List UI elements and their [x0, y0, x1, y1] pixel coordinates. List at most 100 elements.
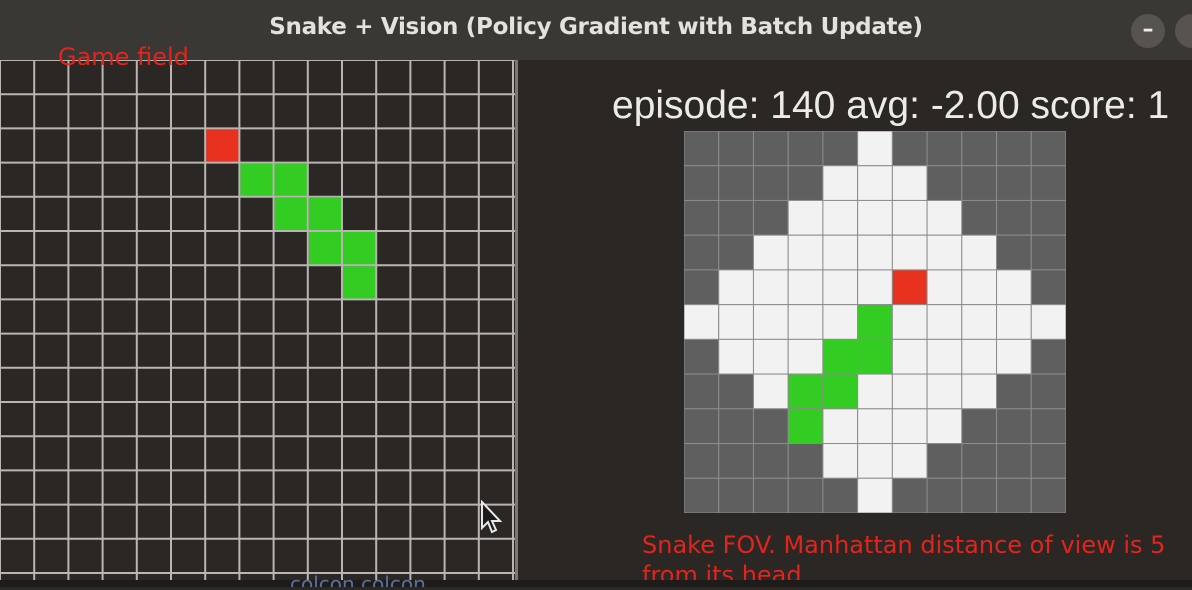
fov-visible-cell: [857, 408, 893, 445]
fov-visible-cell: [926, 199, 963, 236]
fov-visible-cell: [961, 373, 998, 410]
fov-hidden-cell: [752, 477, 789, 513]
fov-snake-segment: [787, 408, 824, 445]
fov-visible-cell: [752, 304, 789, 340]
fov-visible-cell: [787, 304, 824, 340]
fov-visible-cell: [926, 269, 963, 306]
fov-hidden-cell: [718, 443, 754, 479]
fov-hidden-cell: [996, 408, 1032, 445]
fov-visible-cell: [961, 269, 998, 306]
fov-visible-cell: [857, 165, 893, 201]
fov-visible-cell: [891, 304, 928, 340]
fov-visible-cell: [822, 443, 859, 479]
fov-hidden-cell: [996, 234, 1032, 271]
fov-visible-cell: [891, 165, 928, 201]
fov-hidden-cell: [718, 373, 754, 410]
fov-hidden-cell: [752, 443, 789, 479]
fov-hidden-cell: [1030, 408, 1066, 445]
fov-hidden-cell: [926, 131, 963, 167]
fov-snake-segment: [787, 373, 824, 410]
snake-segment: [240, 163, 274, 197]
fov-food-cell: [891, 269, 928, 306]
fov-visible-cell: [961, 338, 998, 375]
fov-hidden-cell: [718, 408, 754, 445]
fov-visible-cell: [822, 165, 859, 201]
fov-visible-cell: [787, 269, 824, 306]
fov-hidden-cell: [996, 165, 1032, 201]
fov-visible-cell: [926, 234, 963, 271]
fov-hidden-cell: [1030, 234, 1066, 271]
fov-hidden-cell: [1030, 338, 1066, 375]
fov-visible-cell: [857, 131, 893, 167]
game-field-annotation: Game field: [58, 43, 189, 71]
fov-hidden-cell: [961, 408, 998, 445]
fov-visible-cell: [822, 269, 859, 306]
window-title: Snake + Vision (Policy Gradient with Bat…: [269, 14, 923, 40]
fov-hidden-cell: [961, 131, 998, 167]
fov-visible-cell: [891, 373, 928, 410]
fov-visible-cell: [787, 338, 824, 375]
fov-visible-cell: [926, 338, 963, 375]
fov-hidden-cell: [996, 373, 1032, 410]
minimize-button[interactable]: –: [1131, 14, 1165, 48]
bottom-strip: [0, 580, 1192, 587]
fov-hidden-cell: [1030, 443, 1066, 479]
fov-hidden-cell: [961, 443, 998, 479]
fov-hidden-cell: [996, 131, 1032, 167]
fov-visible-cell: [718, 269, 754, 306]
fov-visible-cell: [787, 234, 824, 271]
fov-visible-cell: [718, 304, 754, 340]
fov-hidden-cell: [752, 199, 789, 236]
fov-hidden-cell: [787, 477, 824, 513]
fov-visible-cell: [996, 338, 1032, 375]
fov-hidden-cell: [684, 338, 720, 375]
fov-hidden-cell: [787, 443, 824, 479]
fov-hidden-cell: [822, 477, 859, 513]
fov-visible-cell: [857, 373, 893, 410]
fov-visible-cell: [961, 234, 998, 271]
fov-visible-cell: [787, 199, 824, 236]
fov-hidden-cell: [684, 408, 720, 445]
fov-visible-cell: [857, 234, 893, 271]
fov-hidden-cell: [822, 131, 859, 167]
fov-hidden-cell: [684, 269, 720, 306]
fov-visible-cell: [684, 304, 720, 340]
fov-hidden-cell: [961, 477, 998, 513]
fov-hidden-cell: [718, 199, 754, 236]
fov-hidden-cell: [684, 165, 720, 201]
fov-visible-cell: [857, 199, 893, 236]
fov-hidden-cell: [961, 199, 998, 236]
snake-segment: [274, 197, 308, 231]
food-cell: [206, 129, 240, 163]
fov-hidden-cell: [996, 443, 1032, 479]
fov-hidden-cell: [684, 199, 720, 236]
fov-hidden-cell: [996, 199, 1032, 236]
fov-hidden-cell: [1030, 373, 1066, 410]
fov-visible-cell: [891, 408, 928, 445]
bottom-text: colcon colcon: [290, 574, 426, 587]
fov-visible-cell: [752, 373, 789, 410]
fov-visible-cell: [996, 269, 1032, 306]
fov-hidden-cell: [718, 131, 754, 167]
fov-snake-segment: [857, 338, 893, 375]
fov-visible-cell: [891, 199, 928, 236]
fov-grid: [684, 131, 1066, 513]
fov-visible-cell: [857, 443, 893, 479]
fov-hidden-cell: [961, 165, 998, 201]
fov-visible-cell: [752, 269, 789, 306]
fov-hidden-cell: [1030, 269, 1066, 306]
fov-visible-cell: [891, 234, 928, 271]
fov-hidden-cell: [926, 477, 963, 513]
fov-visible-cell: [822, 234, 859, 271]
fov-hidden-cell: [752, 165, 789, 201]
fov-hidden-cell: [787, 131, 824, 167]
fov-hidden-cell: [996, 477, 1032, 513]
fov-visible-cell: [926, 408, 963, 445]
fov-visible-cell: [822, 408, 859, 445]
fov-visible-cell: [822, 199, 859, 236]
fov-visible-cell: [752, 338, 789, 375]
fov-hidden-cell: [891, 131, 928, 167]
fov-visible-cell: [926, 304, 963, 340]
fov-visible-cell: [1030, 304, 1066, 340]
fov-visible-cell: [891, 338, 928, 375]
